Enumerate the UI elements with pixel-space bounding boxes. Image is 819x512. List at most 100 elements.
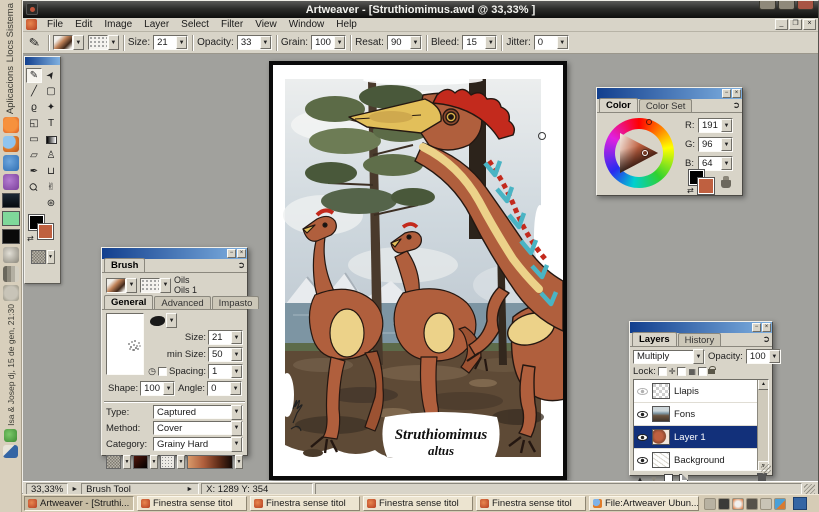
lock-position-checkbox[interactable] (658, 367, 667, 376)
panel-bottom-launcher-icon[interactable] (3, 445, 18, 458)
gradient-swatch[interactable] (133, 455, 148, 469)
brush-variant-dropdown[interactable]: ▼ (106, 278, 137, 293)
line-tool[interactable]: ╱ (26, 84, 42, 99)
bleed-combo[interactable]: 15▼ (462, 35, 497, 50)
task-untitled-2[interactable]: Finestra sense titol (250, 496, 360, 511)
blend-mode-combo[interactable]: Multiply▼ (633, 350, 705, 364)
dropdown-arrow-icon[interactable]: ▼ (47, 250, 55, 264)
mixer-applet-icon[interactable] (3, 285, 19, 301)
menu-select[interactable]: Select (175, 18, 215, 31)
tray-keyboard-icon[interactable] (746, 498, 758, 510)
dropdown-arrow-icon[interactable]: ▼ (231, 331, 242, 344)
lasso-tool[interactable]: ϱ (26, 100, 42, 115)
panel-menu-icon[interactable]: ➲ (237, 260, 245, 271)
swap-colors-icon[interactable]: ⇄ (27, 234, 34, 243)
tray-window-icon[interactable] (704, 498, 716, 510)
swap-colors-icon[interactable]: ⇄ (687, 186, 694, 195)
lock-all-checkbox[interactable] (698, 367, 707, 376)
tool-popup-arrow-icon[interactable]: ► (185, 486, 194, 493)
dropdown-arrow-icon[interactable]: ▼ (334, 36, 345, 49)
bluebird-app-icon[interactable] (3, 155, 19, 171)
dropdown-arrow-icon[interactable]: ▼ (557, 36, 568, 49)
visibility-eye-icon[interactable] (637, 434, 648, 441)
angle-combo[interactable]: 0▼ (207, 381, 242, 396)
document-restore-button[interactable]: ❐ (789, 19, 802, 30)
duplicate-layer-button[interactable] (679, 474, 688, 481)
new-layer-button[interactable] (664, 474, 673, 481)
move-layer-down-button[interactable]: ▼ (650, 475, 658, 482)
opacity-combo[interactable]: 33▼ (237, 35, 272, 50)
menu-image[interactable]: Image (98, 18, 138, 31)
tray-monitor-icon[interactable] (718, 498, 730, 510)
move-layer-up-button[interactable]: ▲ (636, 475, 644, 482)
dropdown-arrow-icon[interactable]: ▼ (721, 138, 732, 151)
layer-opacity-combo[interactable]: 100▼ (746, 349, 781, 364)
layer-thumbnail[interactable] (652, 429, 670, 445)
color-wheel[interactable] (604, 118, 674, 188)
mesh-tool[interactable]: ⊛ (43, 196, 59, 211)
select-tool[interactable]: ▢ (43, 84, 59, 99)
dropdown-arrow-icon[interactable]: ▼ (108, 35, 119, 50)
dropdown-arrow-icon[interactable]: ▼ (769, 350, 780, 363)
toolbox-title-bar[interactable] (25, 57, 60, 65)
blue-combo[interactable]: 64▼ (698, 156, 733, 171)
brush-tool[interactable]: ✎ (26, 68, 42, 83)
dropdown-arrow-icon[interactable]: ▼ (231, 365, 242, 378)
window-maximize-button[interactable] (778, 1, 795, 10)
tab-history[interactable]: History (678, 333, 722, 346)
size-combo[interactable]: 21▼ (153, 35, 188, 50)
move-tool[interactable]: ➤ (43, 68, 59, 83)
dropdown-arrow-icon[interactable]: ▼ (176, 36, 187, 49)
ubuntu-logo-icon[interactable] (3, 117, 19, 133)
dropdown-arrow-icon[interactable]: ▼ (126, 278, 137, 293)
dropdown-arrow-icon[interactable]: ▼ (150, 455, 158, 469)
panel-close-button[interactable]: × (732, 89, 741, 98)
panel-minimize-button[interactable]: − (722, 89, 731, 98)
panel-close-button[interactable]: × (237, 249, 246, 258)
image-thumbnail-green[interactable] (2, 211, 20, 226)
document-canvas[interactable]: Struthiomimus altus (269, 61, 567, 480)
jitter-combo[interactable]: 0▼ (534, 35, 569, 50)
panel-minimize-button[interactable]: − (227, 249, 236, 258)
firefox-icon[interactable] (3, 136, 19, 152)
dropdown-arrow-icon[interactable]: ▼ (410, 36, 421, 49)
background-color-swatch[interactable] (698, 178, 714, 194)
task-firefox[interactable]: File:Artweaver Ubun... (589, 496, 699, 511)
clock-applet[interactable]: Isa & Josep dj, 15 de gen, 21:30 (6, 304, 16, 426)
layer-row-background[interactable]: Background (634, 449, 768, 471)
color-set-icon[interactable] (721, 180, 731, 188)
spacing-checkbox[interactable] (158, 367, 167, 376)
hand-tool[interactable]: ✌ (43, 180, 59, 195)
tab-impasto[interactable]: Impasto (212, 296, 260, 309)
dropdown-arrow-icon[interactable]: ▼ (260, 36, 271, 49)
dropdown-arrow-icon[interactable]: ▼ (231, 405, 242, 420)
dropdown-arrow-icon[interactable]: ▼ (73, 35, 84, 50)
document-minimize-button[interactable]: _ (775, 19, 788, 30)
panel-menu-sistema[interactable]: Sistema (5, 3, 16, 37)
resat-combo[interactable]: 90▼ (387, 35, 422, 50)
menu-file[interactable]: File (41, 18, 69, 31)
visibility-eye-icon[interactable] (637, 388, 648, 395)
fill-tool[interactable]: ⊔ (43, 164, 59, 179)
window-minimize-button[interactable] (759, 1, 776, 10)
menu-layer[interactable]: Layer (138, 18, 175, 31)
panel-menu-llocs[interactable]: Llocs (5, 40, 16, 62)
panel-menu-aplicacions[interactable]: Aplicacions (5, 66, 16, 114)
grain-combo[interactable]: 100▼ (311, 35, 346, 50)
network-applet-icon[interactable] (3, 266, 19, 282)
hue-selector[interactable] (646, 119, 652, 125)
tray-update-icon[interactable] (732, 498, 744, 510)
magic-wand-tool[interactable]: ✦ (43, 100, 59, 115)
paper-texture-swatch[interactable] (106, 455, 121, 469)
pattern-swatch[interactable] (160, 455, 175, 469)
dropdown-arrow-icon[interactable]: ▼ (235, 455, 243, 469)
type-combo[interactable]: Captured▼ (153, 405, 243, 419)
red-combo[interactable]: 191▼ (698, 118, 733, 133)
volume-applet-icon[interactable] (3, 247, 19, 263)
green-combo[interactable]: 96▼ (698, 137, 733, 152)
title-bar[interactable]: Artweaver - [Struthiomimus.awd @ 33,33% … (23, 1, 818, 18)
update-applet-icon[interactable] (4, 429, 17, 442)
delete-layer-button[interactable] (758, 475, 766, 482)
panel-resize-grip[interactable] (761, 464, 771, 474)
lock-transparency-checkbox[interactable] (677, 367, 686, 376)
